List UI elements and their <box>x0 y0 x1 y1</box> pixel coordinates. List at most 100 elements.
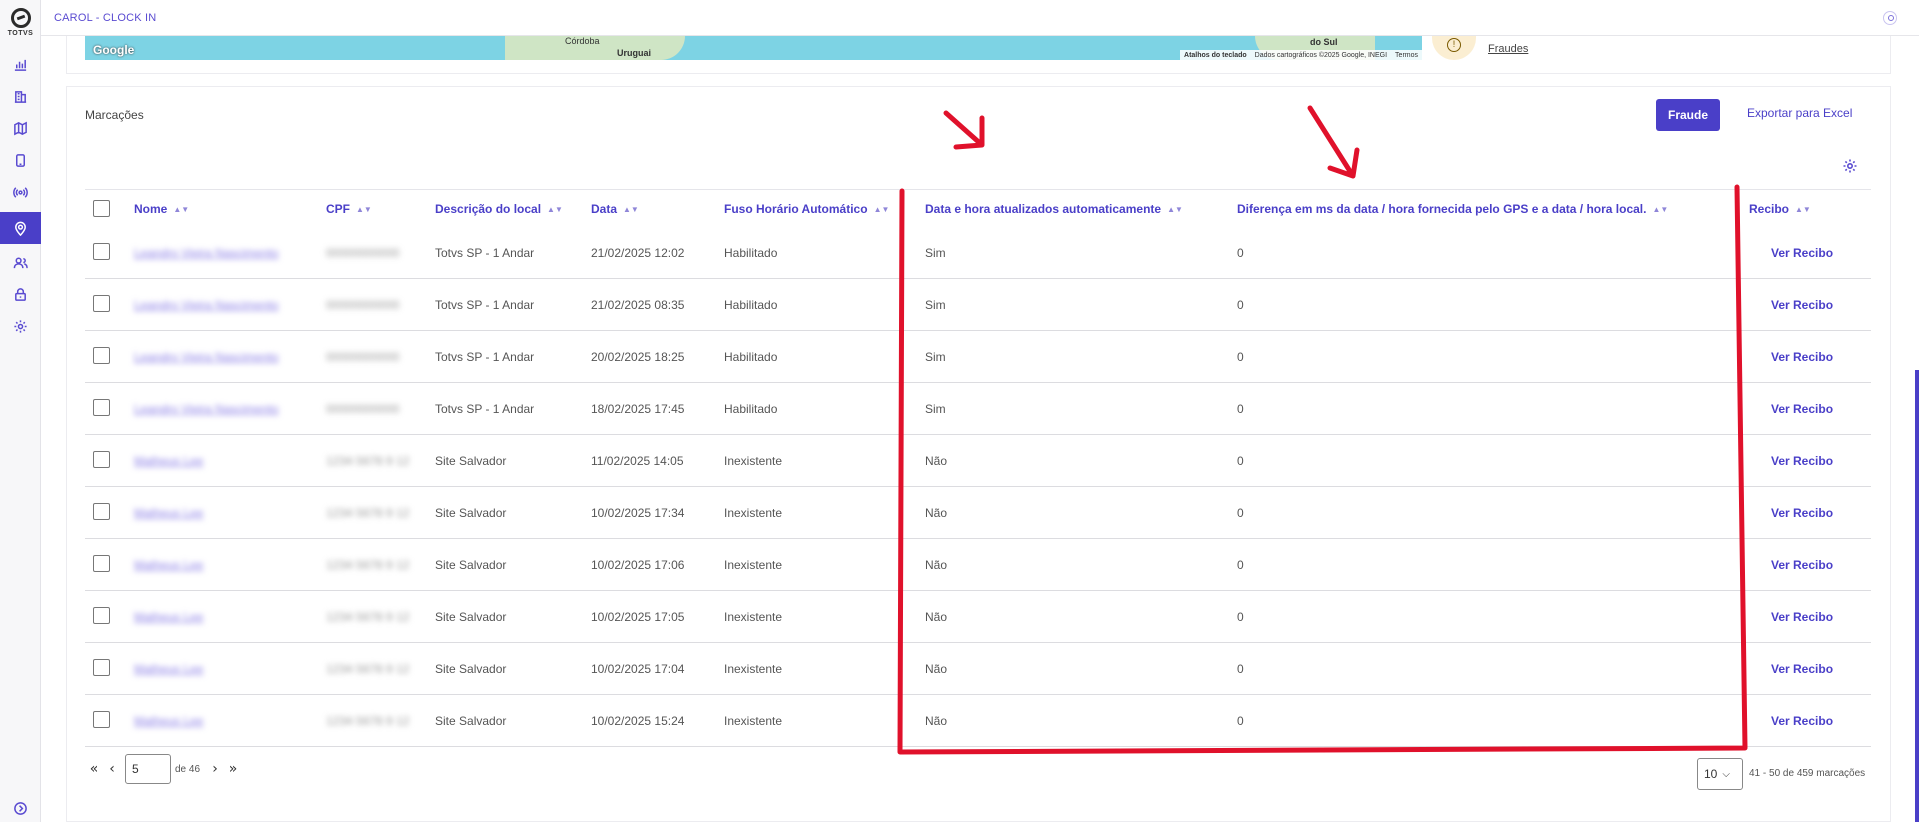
per-page-select[interactable]: 10 ⌵ <box>1697 758 1743 790</box>
view-receipt-button[interactable]: Ver Recibo <box>1771 662 1833 676</box>
table-row[interactable]: Leandro Vieira Nascimento 00000000000 Totv… <box>85 331 1871 383</box>
table-row[interactable]: Matheus Lee 1234 5678 9 12 Site Salvador 10… <box>85 487 1871 539</box>
table-row[interactable]: Matheus Lee 1234 5678 9 12 Site Salvador 10… <box>85 539 1871 591</box>
header-nome[interactable]: Nome ▲▼ <box>134 202 189 216</box>
rail-item-dashboard[interactable] <box>0 48 41 80</box>
map-label-do-sul: do Sul <box>1310 37 1338 47</box>
view-receipt-button[interactable]: Ver Recibo <box>1771 402 1833 416</box>
table-row[interactable]: Leandro Vieira Nascimento 00000000000 Totv… <box>85 279 1871 331</box>
cell-diff: 0 <box>1237 402 1244 416</box>
map-shortcuts-link[interactable]: Atalhos do teclado <box>1184 52 1247 59</box>
cell-auto: Não <box>925 454 948 468</box>
cell-nome[interactable]: Matheus Lee <box>134 506 203 520</box>
rail-item-map[interactable] <box>0 112 41 144</box>
header-cpf[interactable]: CPF ▲▼ <box>326 202 372 216</box>
cell-cpf: 00000000000 <box>326 246 400 260</box>
gear-icon[interactable] <box>1842 158 1858 174</box>
row-checkbox[interactable] <box>93 503 110 520</box>
rail-item-security[interactable] <box>0 278 41 310</box>
chevron-right-circle-icon <box>14 801 27 815</box>
cell-nome[interactable]: Leandro Vieira Nascimento <box>134 402 279 416</box>
rail-item-companies[interactable] <box>0 80 41 112</box>
lock-icon <box>15 287 26 301</box>
map-terms-link[interactable]: Termos <box>1395 52 1418 59</box>
table-row[interactable]: Matheus Lee 1234 5678 9 12 Site Salvador 10… <box>85 591 1871 643</box>
map-view[interactable]: Google Córdoba Uruguai do Sul Atalhos do… <box>85 36 1422 60</box>
next-page-icon[interactable]: › <box>206 760 224 778</box>
last-page-icon[interactable]: » <box>224 760 242 778</box>
view-receipt-button[interactable]: Ver Recibo <box>1771 506 1833 520</box>
rail-item-devices[interactable] <box>0 144 41 176</box>
cell-nome[interactable]: Matheus Lee <box>134 714 203 728</box>
rail-item-users[interactable] <box>0 246 41 278</box>
header-data[interactable]: Data ▲▼ <box>591 202 639 216</box>
first-page-icon[interactable]: « <box>85 760 103 778</box>
row-checkbox[interactable] <box>93 399 110 416</box>
row-checkbox[interactable] <box>93 243 110 260</box>
row-checkbox[interactable] <box>93 607 110 624</box>
header-recibo[interactable]: Recibo ▲▼ <box>1749 202 1811 216</box>
table-row[interactable]: Leandro Vieira Nascimento 00000000000 Totv… <box>85 227 1871 279</box>
rail-item-settings[interactable] <box>0 310 41 342</box>
table-row[interactable]: Leandro Vieira Nascimento 00000000000 Totv… <box>85 383 1871 435</box>
cell-nome[interactable]: Leandro Vieira Nascimento <box>134 350 279 364</box>
table-row[interactable]: Matheus Lee 1234 5678 9 12 Site Salvador 10… <box>85 643 1871 695</box>
export-excel-button[interactable]: Exportar para Excel <box>1747 106 1852 120</box>
table-row[interactable]: Matheus Lee 1234 5678 9 12 Site Salvador 11… <box>85 435 1871 487</box>
row-checkbox[interactable] <box>93 295 110 312</box>
users-icon <box>13 257 28 268</box>
building-icon <box>14 90 27 103</box>
page-number-input[interactable] <box>125 754 171 784</box>
cell-nome[interactable]: Matheus Lee <box>134 610 203 624</box>
fraud-button[interactable]: Fraude <box>1656 99 1720 131</box>
app-root: TOTVS CAROL - CLOCK IN Google Córdoba Ur… <box>0 0 1919 822</box>
row-checkbox[interactable] <box>93 555 110 572</box>
sort-icon: ▲▼ <box>1795 205 1811 214</box>
record-count-label: 41 - 50 de 459 marcações <box>1749 768 1866 779</box>
view-receipt-button[interactable]: Ver Recibo <box>1771 610 1833 624</box>
cell-diff: 0 <box>1237 298 1244 312</box>
row-checkbox[interactable] <box>93 347 110 364</box>
view-receipt-button[interactable]: Ver Recibo <box>1771 298 1833 312</box>
phone-icon <box>16 153 25 167</box>
prev-page-icon[interactable]: ‹ <box>103 760 121 778</box>
view-receipt-button[interactable]: Ver Recibo <box>1771 246 1833 260</box>
cell-nome[interactable]: Matheus Lee <box>134 662 203 676</box>
select-all-checkbox[interactable] <box>93 200 110 217</box>
row-checkbox[interactable] <box>93 711 110 728</box>
cell-cpf: 00000000000 <box>326 350 400 364</box>
cell-data: 10/02/2025 15:24 <box>591 714 685 728</box>
rail-item-markings[interactable] <box>0 212 41 244</box>
row-checkbox[interactable] <box>93 451 110 468</box>
table-row[interactable]: Matheus Lee 1234 5678 9 12 Site Salvador 10… <box>85 695 1871 747</box>
view-receipt-button[interactable]: Ver Recibo <box>1771 714 1833 728</box>
header-fuso[interactable]: Fuso Horário Automático ▲▼ <box>724 202 889 216</box>
cell-data: 11/02/2025 14:05 <box>591 454 684 468</box>
cell-nome[interactable]: Leandro Vieira Nascimento <box>134 246 279 260</box>
sort-icon: ▲▼ <box>173 205 190 214</box>
view-receipt-button[interactable]: Ver Recibo <box>1771 558 1833 572</box>
cell-diff: 0 <box>1237 454 1244 468</box>
cell-data: 21/02/2025 08:35 <box>591 298 685 312</box>
rail-expand-button[interactable] <box>0 796 41 820</box>
cell-local: Site Salvador <box>435 610 507 624</box>
header-local[interactable]: Descrição do local ▲▼ <box>435 202 563 216</box>
header-auto[interactable]: Data e hora atualizados automaticamente ▲… <box>925 202 1183 216</box>
header-diff[interactable]: Diferença em ms da data / hora fornecida… <box>1237 202 1668 216</box>
cell-auto: Não <box>925 558 948 572</box>
row-checkbox[interactable] <box>93 659 110 676</box>
map-icon <box>14 121 27 135</box>
cell-nome[interactable]: Matheus Lee <box>134 558 203 572</box>
cell-diff: 0 <box>1237 662 1244 676</box>
cell-nome[interactable]: Matheus Lee <box>134 454 203 468</box>
view-receipt-button[interactable]: Ver Recibo <box>1771 350 1833 364</box>
page-scrollbar[interactable] <box>1915 370 1919 822</box>
fraudes-link[interactable]: Fraudes <box>1488 43 1528 55</box>
user-icon[interactable] <box>1883 11 1897 25</box>
view-receipt-button[interactable]: Ver Recibo <box>1771 454 1833 468</box>
cell-nome[interactable]: Leandro Vieira Nascimento <box>134 298 279 312</box>
cell-fuso: Inexistente <box>724 662 783 676</box>
totvs-logo[interactable]: TOTVS <box>0 8 41 37</box>
rail-item-broadcast[interactable] <box>0 176 41 208</box>
map-label-uruguai: Uruguai <box>617 48 652 58</box>
